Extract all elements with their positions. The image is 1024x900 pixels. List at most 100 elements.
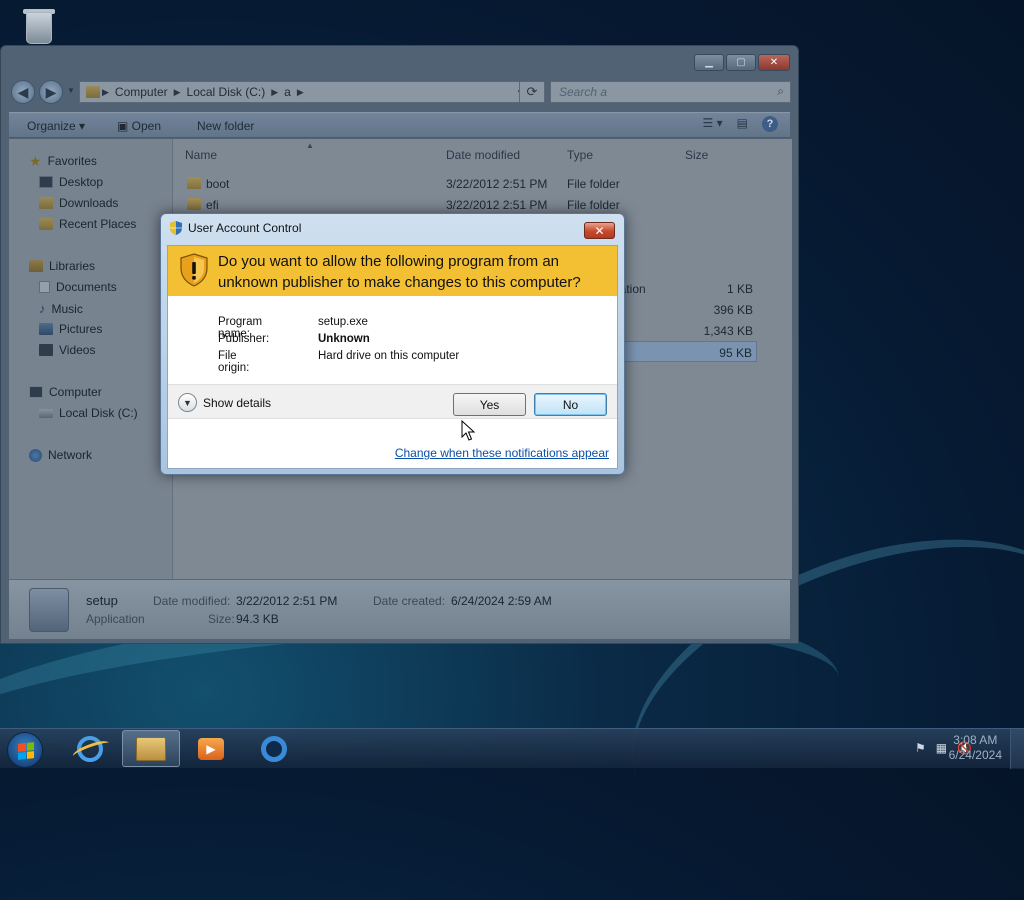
show-details-label[interactable]: Show details <box>203 396 271 410</box>
folder-icon <box>86 86 100 98</box>
details-date-modified-label: Date modified: <box>153 594 231 608</box>
help-icon[interactable]: ? <box>762 116 778 132</box>
search-placeholder: Search a <box>559 85 608 99</box>
search-input[interactable]: Search a ⌕ <box>550 81 791 103</box>
details-date-modified: 3/22/2012 2:51 PM <box>236 594 338 608</box>
nav-pictures[interactable]: Pictures <box>39 322 102 336</box>
uac-question: Do you want to allow the following progr… <box>218 253 581 291</box>
details-name: setup <box>86 593 118 608</box>
program-name-value: setup.exe <box>318 316 368 328</box>
recycle-bin-icon[interactable] <box>18 6 60 46</box>
uac-action-bar: ▼ Show details Yes No <box>168 384 617 419</box>
address-bar[interactable]: ▶ Computer ▶ Local Disk (C:) ▶ a ▶ ▼ <box>79 81 531 103</box>
setup-application-icon <box>29 588 69 632</box>
breadcrumb-a[interactable]: a <box>280 85 295 99</box>
taskbar-internet-explorer[interactable] <box>61 730 119 767</box>
warning-shield-icon <box>180 253 208 287</box>
nav-network[interactable]: Network <box>29 448 92 462</box>
publisher-label: Publisher: <box>218 333 270 345</box>
star-icon: ★ <box>29 153 42 169</box>
uac-shield-icon <box>170 221 182 235</box>
navigation-bar: ◀ ▶ ▼ ▶ Computer ▶ Local Disk (C:) ▶ a ▶… <box>9 80 791 104</box>
breadcrumb-separator-icon[interactable]: ▶ <box>269 87 280 98</box>
preview-pane-icon[interactable]: ▤ <box>737 116 748 132</box>
start-button[interactable] <box>7 732 43 768</box>
navigation-pane: ★ Favorites Desktop Downloads Recent Plac… <box>9 139 173 579</box>
refresh-icon[interactable]: ⟳ <box>519 81 545 103</box>
nav-computer[interactable]: Computer <box>29 385 102 399</box>
command-bar: Organize ▾ ▣ Open New folder ☰ ▾ ▤ ? <box>9 112 790 138</box>
network-tray-icon[interactable]: ▦ <box>936 741 947 755</box>
column-header-size[interactable]: Size <box>685 148 708 162</box>
chevron-down-icon[interactable]: ▼ <box>178 393 197 412</box>
maximize-button[interactable]: ▢ <box>726 54 756 71</box>
taskbar-program[interactable] <box>245 730 303 767</box>
nav-downloads[interactable]: Downloads <box>39 196 118 210</box>
recent-pages-chevron-icon[interactable]: ▼ <box>67 86 75 95</box>
file-row-efi[interactable]: efi 3/22/2012 2:51 PM File folder <box>173 194 773 215</box>
clock-date: 6/24/2024 <box>948 748 1002 762</box>
breadcrumb-separator-icon[interactable]: ▶ <box>100 87 111 98</box>
new-folder-button[interactable]: New folder <box>197 119 254 133</box>
show-desktop-button[interactable] <box>1010 729 1024 769</box>
file-row-setup-selected[interactable]: 95 KB <box>623 341 757 362</box>
show-details-toggle[interactable]: ▼ Show details <box>178 393 271 412</box>
minimize-button[interactable]: ▁ <box>694 54 724 71</box>
no-button[interactable]: No <box>534 393 607 416</box>
details-kind: Application <box>86 612 145 626</box>
nav-music[interactable]: ♪ Music <box>39 301 83 316</box>
folder-icon <box>187 177 201 189</box>
nav-documents[interactable]: Documents <box>39 280 117 294</box>
file-origin-value: Hard drive on this computer <box>318 350 460 362</box>
publisher-value: Unknown <box>318 333 370 345</box>
nav-favorites[interactable]: ★ Favorites <box>29 154 97 168</box>
documents-icon <box>39 281 50 293</box>
nav-desktop[interactable]: Desktop <box>39 175 103 189</box>
column-header-name[interactable]: Name <box>185 148 217 162</box>
downloads-folder-icon <box>39 197 53 209</box>
computer-icon <box>29 386 43 398</box>
taskbar-windows-explorer[interactable] <box>122 730 180 767</box>
yes-button[interactable]: Yes <box>453 393 526 416</box>
nav-recent-places[interactable]: Recent Places <box>39 217 136 231</box>
file-row-boot[interactable]: boot 3/22/2012 2:51 PM File folder <box>173 173 773 194</box>
organize-button[interactable]: Organize ▾ <box>27 119 85 133</box>
nav-videos[interactable]: Videos <box>39 343 95 357</box>
forward-arrow-icon[interactable]: ▶ <box>39 80 63 104</box>
internet-explorer-icon <box>77 735 103 762</box>
uac-close-button[interactable]: ✕ <box>584 222 615 239</box>
search-icon[interactable]: ⌕ <box>777 84 784 99</box>
details-date-created-label: Date created: <box>373 594 446 608</box>
column-header-type[interactable]: Type <box>567 148 593 162</box>
nav-local-disk[interactable]: Local Disk (C:) <box>39 406 138 420</box>
clock-time: 3:08 AM <box>953 733 998 747</box>
window-caption-buttons: ▁ ▢ ✕ <box>694 54 790 71</box>
system-clock[interactable]: 3:08 AM 6/24/2024 <box>949 733 1002 763</box>
taskbar-media-player[interactable]: ▶ <box>182 730 240 767</box>
uac-content: Do you want to allow the following progr… <box>167 245 618 469</box>
back-arrow-icon[interactable]: ◀ <box>11 80 35 104</box>
nav-libraries[interactable]: Libraries <box>29 259 95 273</box>
breadcrumb-computer[interactable]: Computer <box>111 85 172 99</box>
desktop-icon <box>39 176 53 188</box>
change-view-icon[interactable]: ☰ ▾ <box>703 116 723 132</box>
details-size: 94.3 KB <box>236 612 279 626</box>
videos-icon <box>39 344 53 356</box>
open-button[interactable]: ▣ Open <box>117 119 161 133</box>
details-size-label: Size: <box>208 612 235 626</box>
uac-title: User Account Control <box>188 221 302 235</box>
action-center-flag-icon[interactable]: ⚑ <box>915 741 926 755</box>
details-date-created: 6/24/2024 2:59 AM <box>451 594 552 608</box>
taskbar: ▶ ⚑ ▦ 🔇 3:08 AM 6/24/2024 <box>0 728 1024 769</box>
change-notifications-link[interactable]: Change when these notifications appear <box>395 446 609 460</box>
uac-dialog: User Account Control ✕ Do you want to al… <box>160 213 625 475</box>
close-button[interactable]: ✕ <box>758 54 790 71</box>
media-player-icon: ▶ <box>198 737 224 760</box>
folder-icon <box>187 198 201 210</box>
breadcrumb-separator-icon[interactable]: ▶ <box>172 87 183 98</box>
breadcrumb-separator-icon[interactable]: ▶ <box>295 87 306 98</box>
breadcrumb-local-disk[interactable]: Local Disk (C:) <box>183 85 270 99</box>
network-icon <box>29 448 42 462</box>
libraries-icon <box>29 260 43 272</box>
column-header-date[interactable]: Date modified <box>446 148 520 162</box>
